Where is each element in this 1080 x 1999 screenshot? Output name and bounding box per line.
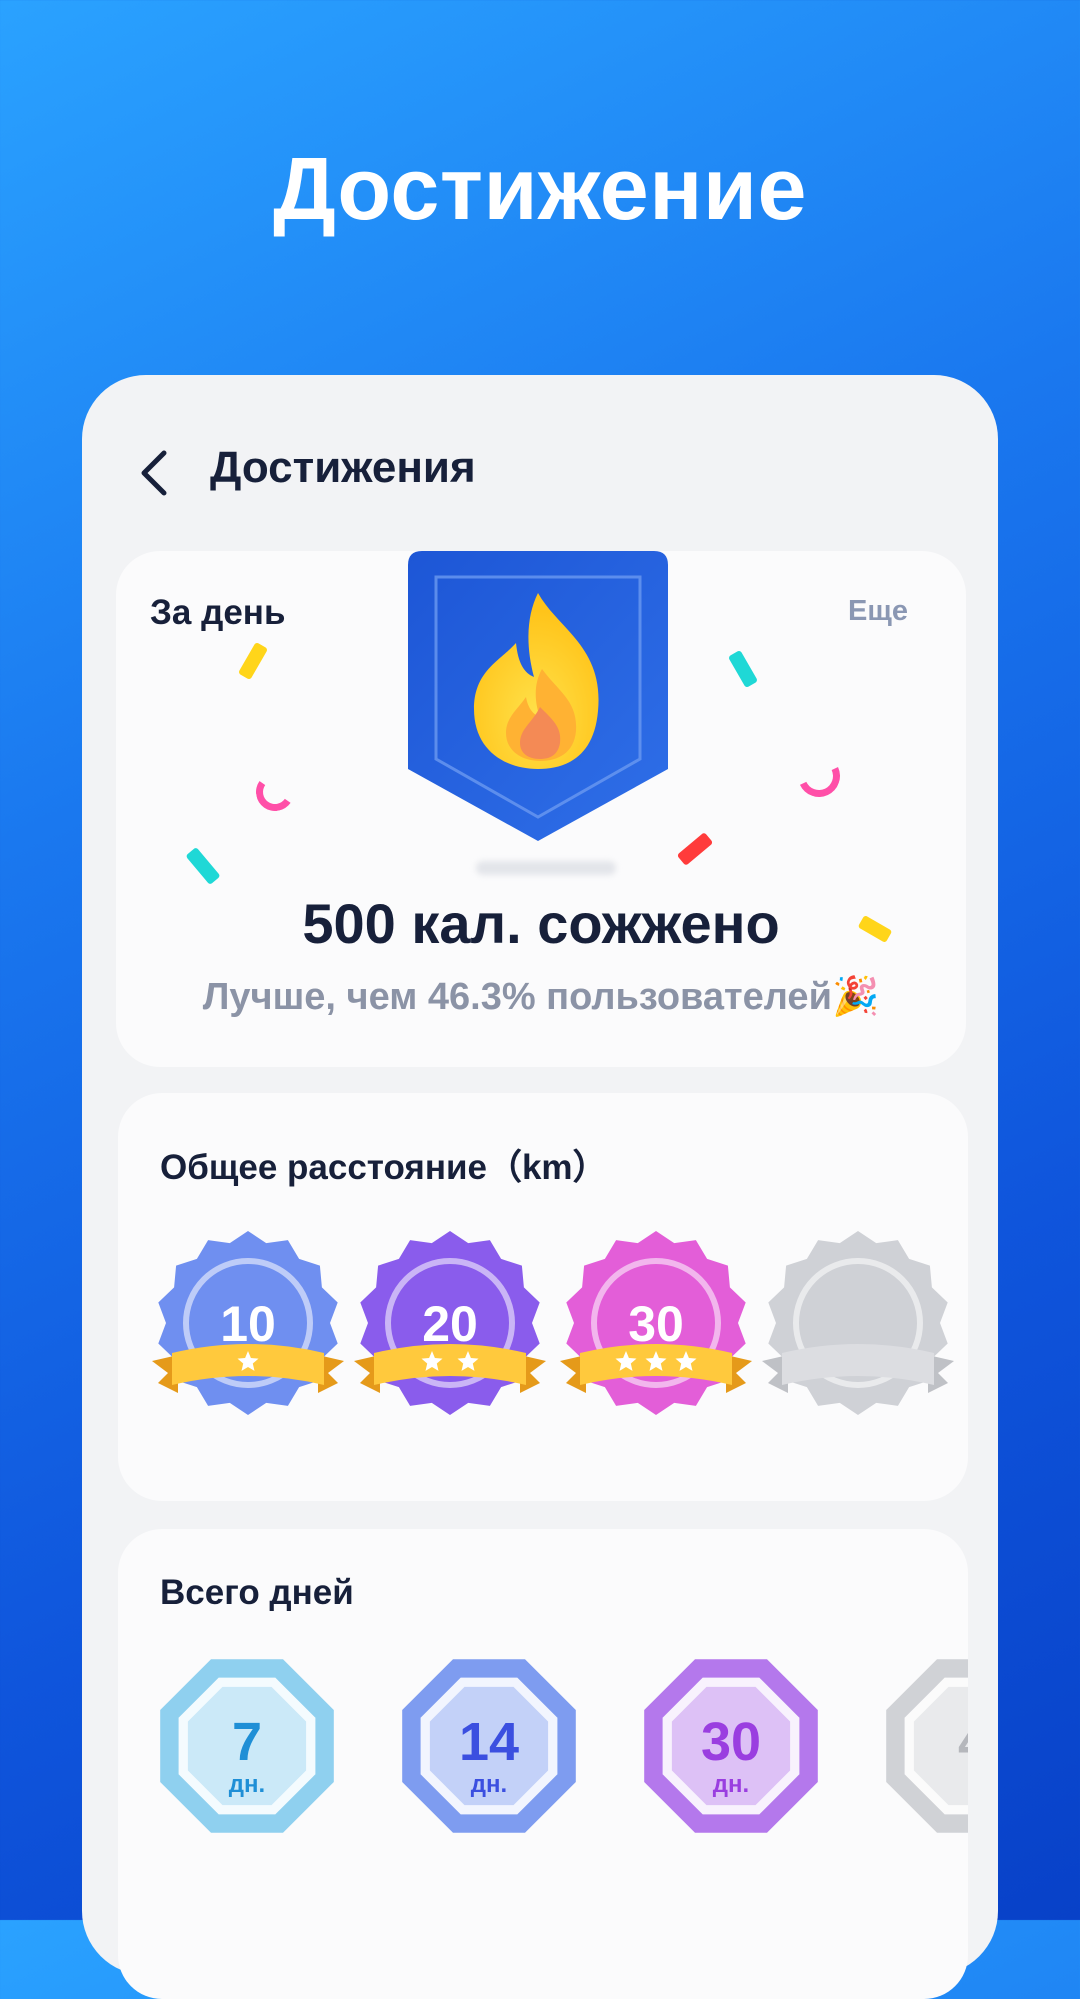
days-badge[interactable]: 14дн. <box>394 1651 584 1841</box>
badge-value: 30 <box>701 1712 761 1772</box>
distance-label: Общее расстояние（km） <box>160 1148 608 1187</box>
comparison-text: Лучше, чем 46.3% пользователей <box>202 976 832 1018</box>
shield-badge <box>408 551 668 841</box>
badge-unit: дн. <box>713 1771 749 1798</box>
confetti <box>727 649 759 689</box>
badge-unit: дн. <box>229 1771 265 1798</box>
daily-achievement-card[interactable]: За день Еще 500 кал. сожжено Лучше, чем … <box>116 551 966 1067</box>
badge-shadow <box>476 861 616 875</box>
badge-value: 4 <box>958 1712 968 1772</box>
distance-medal[interactable] <box>758 1231 958 1431</box>
daily-label: За день <box>150 593 286 632</box>
party-popper-icon: 🎉 <box>831 976 880 1018</box>
confetti <box>185 846 221 886</box>
more-link[interactable]: Еще <box>848 595 908 628</box>
distance-medal[interactable]: 20 <box>350 1231 550 1431</box>
medal-value: 20 <box>422 1296 478 1352</box>
confetti <box>676 832 714 866</box>
badge-value: 14 <box>459 1712 519 1772</box>
confetti <box>237 641 269 681</box>
distance-medal[interactable]: 10 <box>148 1231 348 1431</box>
badge-value: 7 <box>232 1712 262 1772</box>
days-badge[interactable]: 30дн. <box>636 1651 826 1841</box>
distance-card: Общее расстояние（km） 10 20 30 <box>118 1093 968 1501</box>
achievement-title: 500 кал. сожжено <box>302 892 780 955</box>
phone-screen: Достижения За день Еще 500 кал. сожжено … <box>82 375 998 1999</box>
badge-unit: дн. <box>471 1771 507 1798</box>
achievement-comparison: Лучше, чем 46.3% пользователей🎉 <box>116 975 966 1019</box>
distance-medal[interactable]: 30 <box>556 1231 756 1431</box>
total-days-card: Всего дней 7 дн. 14 дн. 30 дн. 4 <box>118 1529 968 1999</box>
medal-value: 30 <box>628 1296 684 1352</box>
days-badge[interactable]: 4 <box>878 1651 968 1841</box>
confetti <box>792 749 846 803</box>
back-button[interactable] <box>130 443 174 503</box>
confetti <box>252 769 298 815</box>
days-badge[interactable]: 7дн. <box>152 1651 342 1841</box>
nav-bar: Достижения <box>82 375 998 525</box>
chevron-left-icon <box>141 450 167 496</box>
total-days-label: Всего дней <box>160 1573 354 1612</box>
medal-value: 10 <box>220 1296 276 1352</box>
promo-title: Достижение <box>273 139 807 238</box>
screen-title: Достижения <box>210 443 476 492</box>
